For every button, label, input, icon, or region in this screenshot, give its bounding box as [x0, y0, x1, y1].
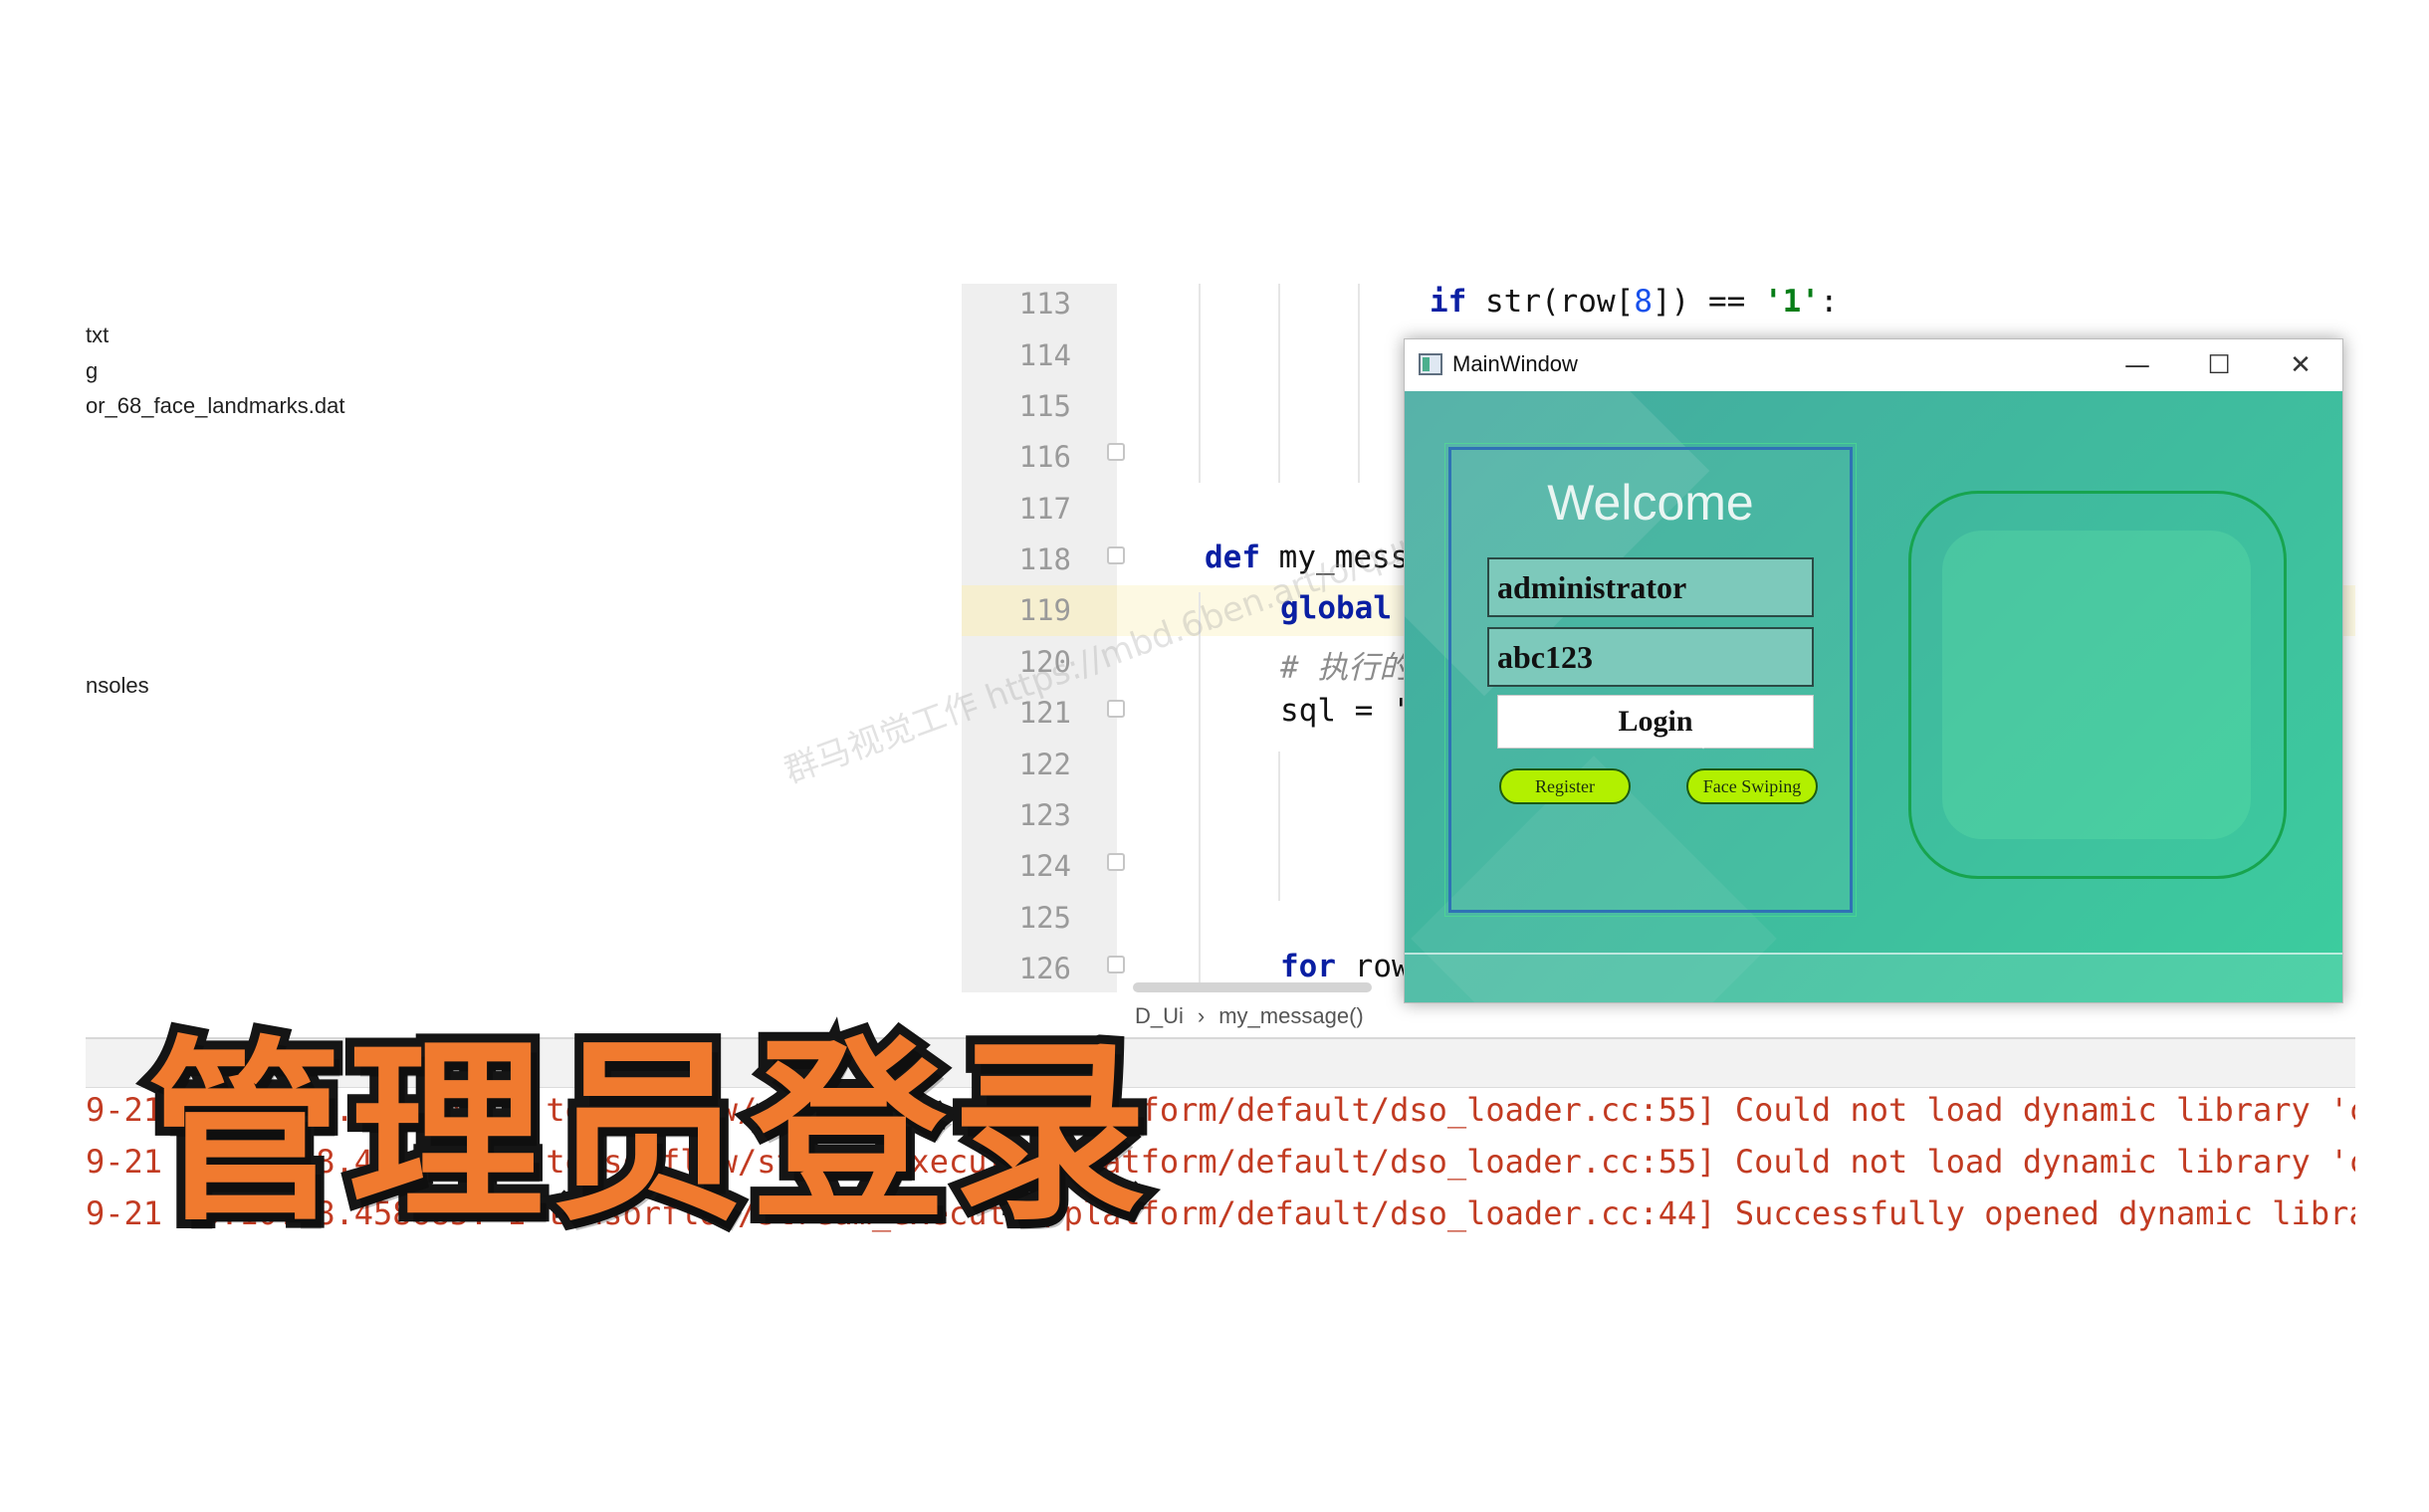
- tree-item-g[interactable]: g: [86, 358, 98, 384]
- welcome-heading: Welcome: [1547, 475, 1754, 531]
- line-number: 124: [1018, 849, 1071, 883]
- code-keyword: if: [1430, 284, 1467, 320]
- register-button[interactable]: Register: [1499, 768, 1631, 804]
- indent-guide: [1358, 284, 1360, 483]
- code-text: sql = ': [1280, 693, 1411, 729]
- indent-guide: [1278, 284, 1280, 483]
- line-number: 113: [1018, 287, 1071, 321]
- username-input[interactable]: administrator: [1487, 557, 1814, 617]
- horizontal-scrollbar[interactable]: [1133, 982, 1372, 992]
- breadcrumb-separator: ›: [1197, 1003, 1206, 1028]
- login-button[interactable]: Login: [1497, 695, 1814, 749]
- main-window: MainWindow — ☐ ✕ Welcome administrator a…: [1404, 338, 2343, 1003]
- camera-frame: [1908, 491, 2287, 879]
- video-caption: 管理员登录: [138, 1011, 1156, 1256]
- code-line-126: for row: [1280, 949, 1411, 984]
- fold-marker-icon[interactable]: [1107, 546, 1125, 564]
- code-text: ]) ==: [1652, 284, 1764, 320]
- code-line-120: # 执行的: [1280, 642, 1410, 687]
- code-line-121: sql = ': [1280, 693, 1411, 729]
- code-keyword: for: [1280, 949, 1336, 984]
- login-panel: Welcome administrator abc123 Login Regis…: [1448, 447, 1853, 913]
- code-line-113: if str(row[8]) == '1':: [1430, 284, 1839, 320]
- code-text: str(row[: [1466, 284, 1635, 320]
- code-string: '1': [1763, 284, 1820, 320]
- line-number: 118: [1018, 542, 1071, 576]
- breadcrumb: D_Ui › my_message(): [1135, 1003, 1378, 1029]
- minimize-button[interactable]: —: [2098, 343, 2177, 387]
- footer-band: [1405, 955, 2342, 1002]
- face-swiping-button[interactable]: Face Swiping: [1686, 768, 1818, 804]
- code-comment: # 执行的: [1280, 650, 1411, 686]
- code-keyword: def: [1205, 540, 1260, 575]
- line-number: 117: [1018, 492, 1071, 526]
- line-number: 114: [1018, 338, 1071, 372]
- line-number: 115: [1018, 389, 1071, 423]
- fold-marker-icon[interactable]: [1107, 853, 1125, 871]
- indent-guide: [1278, 752, 1280, 901]
- maximize-button[interactable]: ☐: [2179, 343, 2259, 387]
- line-number: 125: [1018, 901, 1071, 935]
- line-number: 122: [1018, 748, 1071, 781]
- line-number: 123: [1018, 798, 1071, 832]
- line-number: 116: [1018, 440, 1071, 474]
- indent-guide: [1199, 284, 1201, 483]
- tree-item-consoles[interactable]: nsoles: [86, 673, 149, 699]
- tree-item-txt[interactable]: txt: [86, 323, 109, 348]
- code-text: :: [1819, 284, 1839, 320]
- window-client-area: Welcome administrator abc123 Login Regis…: [1405, 391, 2342, 1002]
- app-icon: [1419, 353, 1442, 375]
- fold-marker-icon[interactable]: [1107, 956, 1125, 973]
- close-button[interactable]: ✕: [2261, 343, 2340, 387]
- window-titlebar[interactable]: MainWindow — ☐ ✕: [1405, 339, 2342, 391]
- tree-item-landmarks[interactable]: or_68_face_landmarks.dat: [86, 393, 345, 419]
- fold-marker-icon[interactable]: [1107, 700, 1125, 718]
- line-number: 119: [1018, 593, 1071, 627]
- code-number: 8: [1634, 284, 1653, 320]
- indent-guide: [1199, 592, 1201, 992]
- window-title: MainWindow: [1452, 351, 1578, 376]
- fold-marker-icon[interactable]: [1107, 443, 1125, 461]
- breadcrumb-item-function[interactable]: my_message(): [1218, 1003, 1363, 1028]
- password-input[interactable]: abc123: [1487, 627, 1814, 687]
- code-text: row: [1336, 949, 1411, 984]
